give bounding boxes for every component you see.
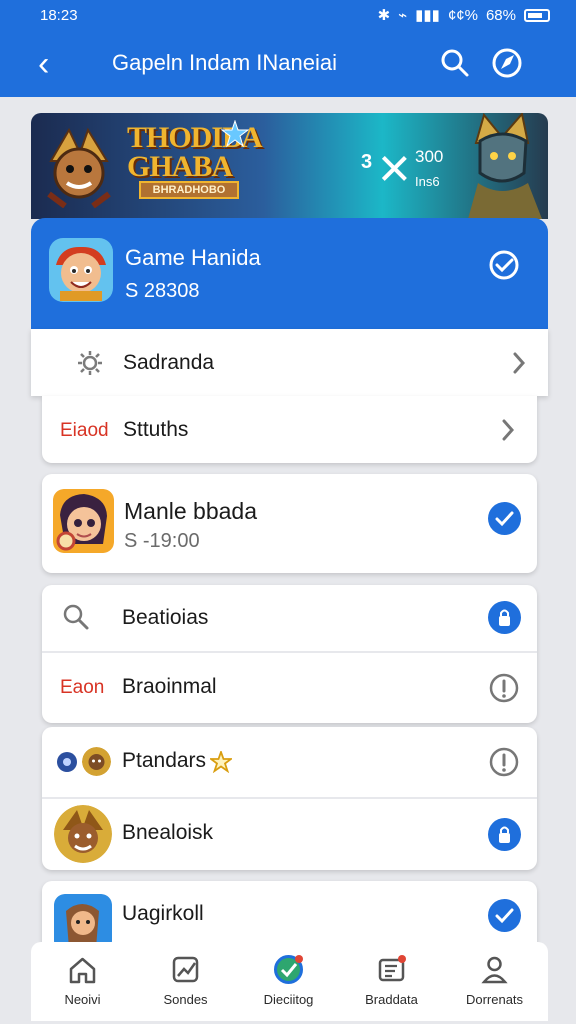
list-label: Uagirkoll — [122, 902, 204, 925]
game-subtitle: S -19:00 — [124, 530, 200, 552]
wifi-icon: ⌁ — [398, 7, 408, 24]
bluetooth-icon: ✱ — [377, 7, 391, 24]
selected-game-name: Game Hanida — [125, 245, 261, 270]
banner-title-line-2: GHABA — [127, 150, 233, 183]
signal-icon: ▮▮▮ — [415, 7, 440, 24]
nav-label: Dieciitog — [263, 992, 314, 1007]
gear-icon — [78, 351, 102, 375]
document-icon — [378, 955, 406, 982]
nav-profile[interactable]: Dorrenats — [443, 942, 546, 1021]
search-button[interactable] — [438, 46, 472, 80]
profile-icon — [481, 956, 508, 984]
nav-home[interactable]: Neoivi — [31, 942, 134, 1021]
status-time: 18:23 — [40, 7, 78, 24]
back-icon: ‹ — [38, 45, 50, 83]
left-character-icon — [47, 127, 111, 208]
status-panel: Eiaod Sttuths — [42, 396, 537, 463]
list-label: Ptandars — [122, 749, 207, 772]
compass-icon — [492, 48, 522, 78]
nav-stats[interactable]: Sondes — [134, 942, 237, 1021]
bottom-navigation: Neoivi Sondes Dieciitog Braddata Dorrena… — [31, 942, 548, 1021]
banner-x-mark: × — [378, 136, 411, 199]
info-icon — [489, 747, 519, 777]
page-title: Gapeln Indam INaneiai — [112, 50, 338, 75]
list-item[interactable]: Bnealoisk — [42, 799, 537, 870]
nav-label: Sondes — [163, 992, 208, 1007]
banner-score-big: 3 — [361, 151, 373, 173]
banner-subtitle: BHRADHOBO — [139, 181, 239, 199]
lock-icon — [488, 601, 521, 634]
status-row[interactable]: Eiaod Sttuths — [42, 396, 537, 463]
header: 18:23 ✱ ⌁ ▮▮▮ ¢¢% 68% ‹ Gapeln Indam INa… — [0, 0, 576, 97]
status-icons: ✱ ⌁ ▮▮▮ ¢¢% 68% — [378, 6, 550, 24]
star-icon — [210, 751, 232, 773]
list-item[interactable]: Ptandars — [42, 727, 537, 797]
nav-discover[interactable]: Dieciitog — [237, 942, 340, 1021]
selected-game-card[interactable]: Game Hanida S 28308 — [31, 218, 548, 329]
nav-data[interactable]: Braddata — [340, 942, 443, 1021]
home-icon — [69, 957, 96, 984]
list-panel: Ptandars Bnealoisk — [42, 727, 537, 870]
right-character-icon — [468, 113, 542, 219]
status-red-label: Eiaod — [60, 420, 109, 441]
game-avatar — [49, 238, 113, 302]
action-row[interactable]: Beatioias — [42, 585, 537, 651]
nav-label: Braddata — [365, 992, 418, 1007]
chevron-icon — [502, 419, 515, 441]
banner-score-small: Ins6 — [415, 174, 440, 189]
action-label: Beatioias — [122, 606, 209, 629]
chevron-icon — [513, 352, 526, 374]
list-avatar — [82, 747, 111, 776]
check-icon — [488, 502, 521, 535]
banner-score-top: 300 — [415, 147, 444, 166]
game-thumbnail — [53, 489, 114, 553]
game-banner[interactable]: THODIBA GHABA BHRADHOBO 3 × 300 Ins6 — [31, 113, 548, 219]
battery-icon — [524, 8, 550, 22]
action-red-label: Eaon — [60, 677, 105, 698]
settings-label: Sadranda — [123, 351, 215, 374]
settings-row[interactable]: Sadranda — [31, 329, 548, 396]
compass-button[interactable] — [490, 46, 524, 80]
lock-icon — [488, 818, 521, 851]
back-button[interactable]: ‹ — [38, 47, 49, 81]
nav-label: Dorrenats — [465, 992, 524, 1007]
selected-game-subtitle: S 28308 — [125, 280, 200, 302]
status-label: Sttuths — [123, 418, 189, 441]
check-icon — [489, 250, 519, 280]
signal-text: ¢¢% — [447, 6, 478, 24]
info-icon — [489, 673, 519, 703]
action-row[interactable]: Eaon Braoinmal — [42, 653, 537, 723]
toggle-icon — [57, 752, 77, 772]
game-name: Manle bbada — [124, 498, 257, 524]
chart-icon — [172, 956, 199, 983]
settings-panel: Sadranda — [31, 329, 548, 396]
list-avatar — [54, 805, 112, 863]
list-label: Bnealoisk — [122, 821, 214, 844]
star-icon — [221, 120, 249, 148]
actions-panel: Beatioias Eaon Braoinmal — [42, 585, 537, 723]
status-bar: 18:23 ✱ ⌁ ▮▮▮ ¢¢% 68% — [0, 0, 576, 32]
game-card[interactable]: Manle bbada S -19:00 — [42, 474, 537, 573]
app-bar: ‹ Gapeln Indam INaneiai — [0, 38, 576, 88]
globe-icon — [274, 955, 303, 984]
check-icon — [488, 899, 521, 932]
search-icon — [441, 49, 469, 77]
nav-label: Neoivi — [64, 992, 101, 1007]
battery-text: 68% — [485, 6, 516, 24]
search-icon — [63, 604, 89, 630]
action-label: Braoinmal — [122, 675, 217, 698]
